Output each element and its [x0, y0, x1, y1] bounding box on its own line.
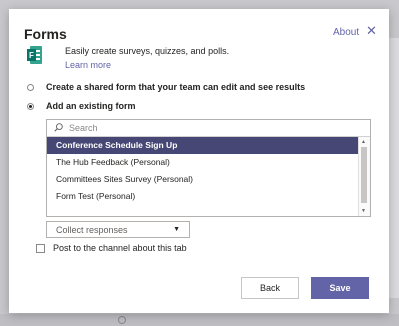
save-button[interactable]: Save [311, 277, 369, 299]
svg-text:F: F [29, 51, 34, 60]
search-row [47, 120, 370, 137]
post-to-channel-checkbox[interactable] [36, 243, 45, 253]
scroll-thumb[interactable] [361, 147, 367, 203]
option-existing-row[interactable]: Add an existing form [27, 101, 136, 111]
existing-option-label: Add an existing form [46, 101, 136, 111]
list-scrollbar[interactable]: ▲ ▼ [358, 137, 370, 216]
existing-radio[interactable] [27, 102, 34, 110]
post-to-channel-row[interactable]: Post to the channel about this tab [36, 243, 187, 253]
learn-more-link[interactable]: Learn more [65, 60, 111, 70]
search-input[interactable] [69, 122, 359, 134]
scroll-down-icon[interactable]: ▼ [361, 208, 366, 214]
background-footer [0, 314, 399, 326]
create-option-label: Create a shared form that your team can … [46, 82, 306, 92]
list-item[interactable]: The Hub Feedback (Personal) [47, 154, 358, 171]
background-status-icon [118, 316, 126, 324]
post-to-channel-label: Post to the channel about this tab [53, 243, 187, 253]
forms-list: Conference Schedule Sign Up The Hub Feed… [47, 137, 358, 205]
forms-logo-icon: F [27, 46, 42, 64]
list-item[interactable]: Committees Sites Survey (Personal) [47, 171, 358, 188]
dialog-title: Forms [24, 26, 67, 42]
search-icon [54, 123, 63, 132]
scroll-up-icon[interactable]: ▲ [361, 139, 366, 145]
back-button[interactable]: Back [241, 277, 299, 299]
forms-list-box: Conference Schedule Sign Up The Hub Feed… [46, 119, 371, 217]
app-description: Easily create surveys, quizzes, and poll… [65, 46, 230, 56]
list-item[interactable]: Conference Schedule Sign Up [47, 137, 358, 154]
forms-dialog: Forms About ✕ F Easily create surveys, q… [9, 9, 389, 313]
chevron-down-icon: ▼ [173, 226, 180, 233]
close-icon[interactable]: ✕ [366, 24, 377, 38]
select-value: Collect responses [56, 225, 128, 235]
option-create-row[interactable]: Create a shared form that your team can … [27, 82, 305, 92]
collect-responses-select[interactable]: Collect responses ▼ [46, 221, 190, 238]
about-link[interactable]: About [333, 27, 359, 38]
create-radio[interactable] [27, 83, 34, 91]
list-item[interactable]: Form Test (Personal) [47, 188, 358, 205]
